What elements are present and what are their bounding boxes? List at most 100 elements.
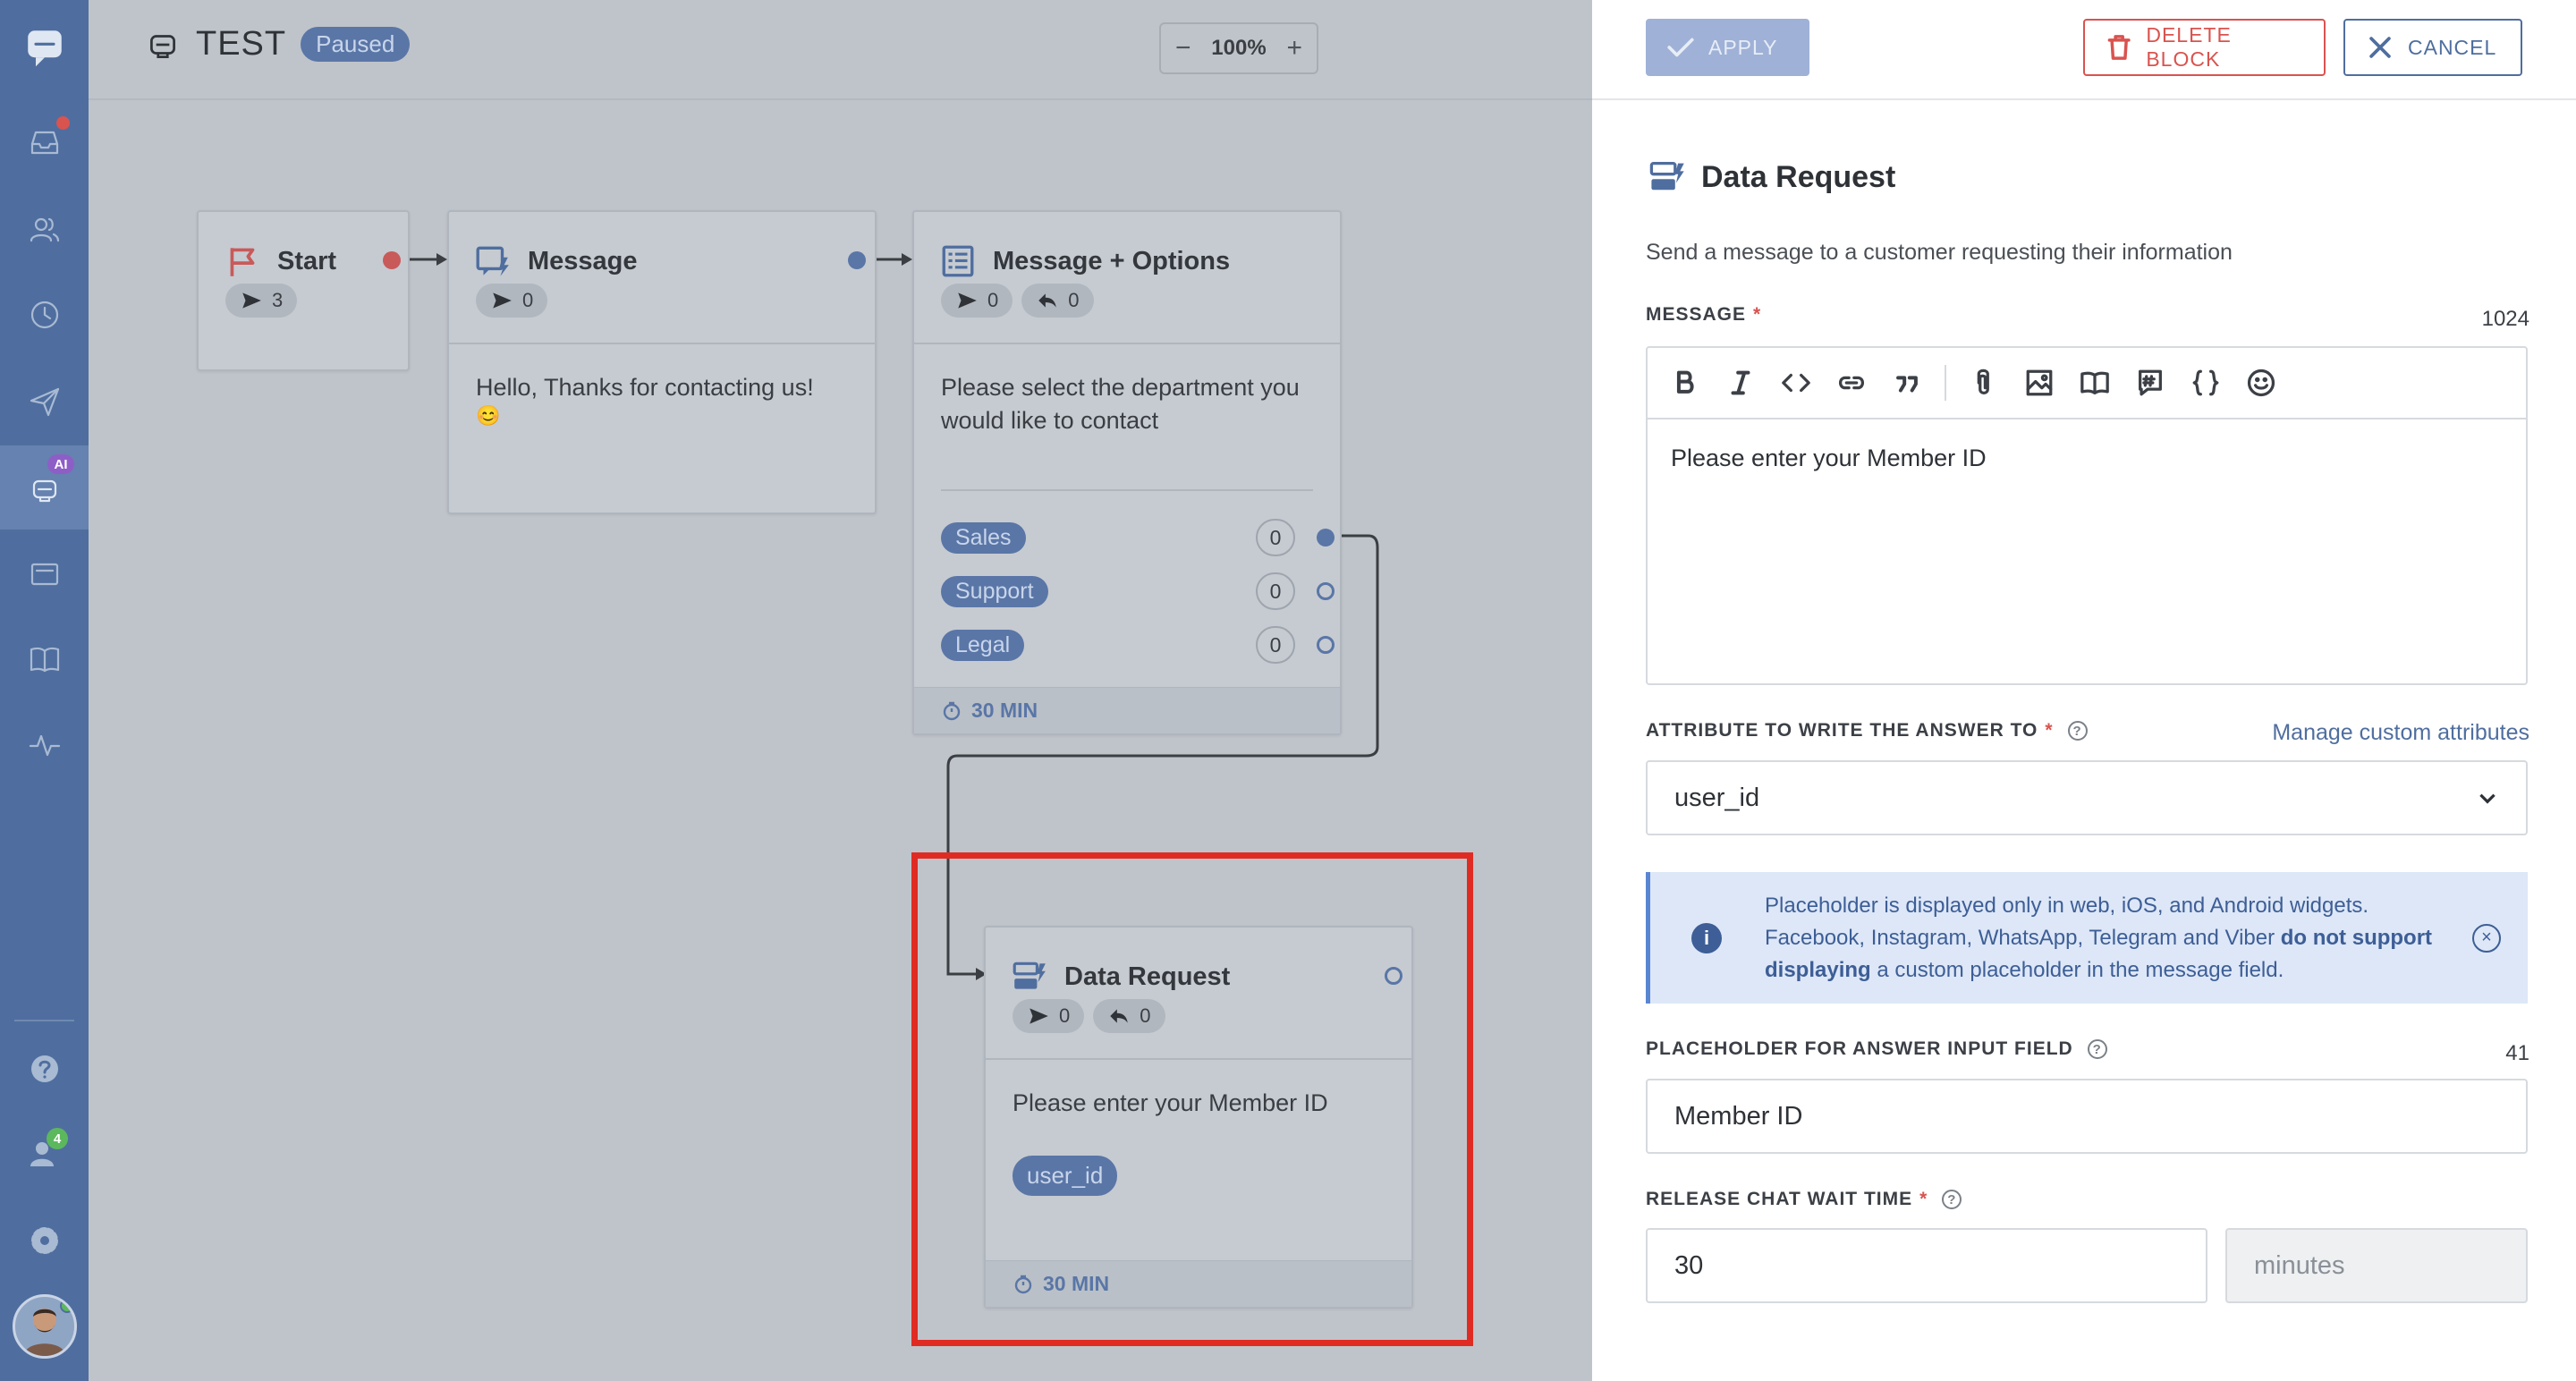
info-text: Placeholder is displayed only in web, iO… (1765, 890, 2445, 987)
wait-time-unit: minutes (2225, 1228, 2528, 1303)
option-label[interactable]: Sales (941, 521, 1026, 554)
option-label[interactable]: Support (941, 575, 1048, 607)
italic-icon (1731, 370, 1750, 395)
start-output-port[interactable] (383, 251, 401, 269)
braces-icon (2192, 369, 2219, 396)
selection-highlight (911, 852, 1473, 1346)
sent-value: 3 (272, 289, 284, 311)
wait-time-label-text: RELEASE CHAT WAIT TIME (1646, 1189, 1913, 1209)
message-block-title: Message (528, 246, 638, 275)
sent-count: 3 (225, 284, 298, 318)
option-label[interactable]: Legal (941, 629, 1025, 661)
panel-title: Data Request (1648, 157, 1895, 197)
option-row: Sales 0 (941, 519, 1313, 556)
option-row: Legal 0 (941, 626, 1313, 664)
apply-button[interactable]: APPLY (1646, 19, 1809, 76)
panel-actions: APPLY DELETE BLOCK CANCEL (1592, 0, 2576, 100)
options-message-text: Please select the department you would l… (941, 374, 1300, 434)
wait-time-label: RELEASE CHAT WAIT TIME * ? (1646, 1189, 1962, 1210)
options-divider (941, 489, 1313, 491)
panel-title-text: Data Request (1701, 159, 1896, 194)
placeholder-char-counter: 41 (2505, 1041, 2529, 1065)
code-icon (1782, 373, 1810, 393)
article-button[interactable] (2077, 365, 2113, 401)
wait-time-input[interactable]: 30 (1646, 1228, 2207, 1303)
help-icon[interactable]: ? (2087, 1039, 2107, 1059)
italic-button[interactable] (1723, 365, 1758, 401)
trash-icon (2107, 35, 2131, 60)
info-text-part2: a custom placeholder in the message fiel… (1870, 957, 2284, 982)
attribute-select-value: user_id (1674, 783, 1760, 812)
attribute-label: ATTRIBUTE TO WRITE THE ANSWER TO * ? (1646, 720, 2088, 741)
required-mark: * (1753, 304, 1762, 325)
help-icon[interactable]: ? (1942, 1190, 1962, 1209)
attach-button[interactable] (1966, 365, 2002, 401)
option-support-port[interactable] (1317, 582, 1335, 600)
reply-count: 0 (1021, 284, 1094, 318)
manage-custom-attributes-link[interactable]: Manage custom attributes (2272, 720, 2529, 746)
sent-value: 0 (987, 289, 999, 311)
delete-block-button[interactable]: DELETE BLOCK (2083, 19, 2326, 76)
sent-count: 0 (476, 284, 548, 318)
option-legal-port[interactable] (1317, 636, 1335, 654)
placeholder-label-text: PLACEHOLDER FOR ANSWER INPUT FIELD (1646, 1038, 2073, 1059)
option-count: 0 (1256, 626, 1295, 664)
image-icon (2026, 369, 2053, 396)
hashtag-message-icon (2139, 369, 2162, 396)
timeout-value: 30 MIN (971, 699, 1038, 722)
attribute-label-text: ATTRIBUTE TO WRITE THE ANSWER TO (1646, 720, 2038, 741)
bold-button[interactable] (1667, 365, 1703, 401)
sent-value: 0 (522, 289, 534, 311)
options-block-title: Message + Options (993, 246, 1231, 275)
message-text: Hello, Thanks for contacting us! (476, 374, 814, 401)
sent-arrow-icon (242, 292, 261, 309)
quote-icon (1896, 376, 1918, 393)
cancel-button[interactable]: CANCEL (2343, 19, 2522, 76)
info-icon: i (1691, 922, 1722, 953)
timer-icon (943, 701, 961, 720)
help-icon[interactable]: ? (2067, 721, 2088, 741)
placeholder-input[interactable]: Member ID (1646, 1079, 2528, 1154)
data-request-icon (1649, 161, 1684, 191)
option-row: Support 0 (941, 572, 1313, 610)
delete-label: DELETE BLOCK (2146, 23, 2232, 71)
close-banner-icon[interactable]: × (2472, 923, 2501, 953)
link-button[interactable] (1834, 365, 1869, 401)
message-editor-content[interactable]: Please enter your Member ID (1648, 419, 2526, 497)
message-block[interactable]: Message 0 Hello, Thanks for contacting u… (447, 210, 877, 514)
required-mark: * (2045, 720, 2054, 741)
message-block-stats: 0 (449, 284, 875, 319)
flag-icon (230, 248, 255, 276)
message-output-port[interactable] (848, 251, 866, 269)
bold-icon (1676, 370, 1694, 394)
option-sales-port[interactable] (1317, 529, 1335, 546)
start-block[interactable]: Start 3 (197, 210, 410, 371)
sent-arrow-icon (493, 292, 512, 309)
options-timeout: 30 MIN (914, 687, 1340, 733)
options-block-body: Please select the department you would l… (914, 343, 1340, 437)
code-button[interactable] (1778, 365, 1814, 401)
start-block-stats: 3 (199, 284, 408, 319)
reply-value: 0 (1068, 289, 1080, 311)
variables-button[interactable] (2188, 365, 2224, 401)
info-text-part1: Placeholder is displayed only in web, iO… (1765, 893, 2369, 950)
message-label-text: MESSAGE (1646, 304, 1747, 325)
message-options-block[interactable]: Message + Options 0 0 Please select the … (912, 210, 1342, 735)
placeholder-label: PLACEHOLDER FOR ANSWER INPUT FIELD ? (1646, 1038, 2107, 1060)
reply-arrow-icon (1038, 293, 1056, 308)
message-editor: Please enter your Member ID (1646, 346, 2528, 685)
placeholder-info-banner: i Placeholder is displayed only in web, … (1646, 872, 2528, 1004)
chevron-down-icon (2479, 793, 2496, 804)
placeholder-input-value: Member ID (1674, 1101, 1803, 1131)
image-button[interactable] (2021, 365, 2057, 401)
smiley-icon (2247, 369, 2275, 397)
saved-reply-button[interactable] (2132, 365, 2168, 401)
emoji-button[interactable] (2243, 365, 2279, 401)
close-icon (2369, 37, 2391, 58)
attribute-select[interactable]: user_id (1646, 760, 2528, 835)
wait-time-unit-text: minutes (2254, 1250, 2345, 1280)
link-icon (1838, 376, 1865, 390)
quote-button[interactable] (1889, 365, 1925, 401)
start-block-title: Start (277, 246, 337, 275)
cancel-label: CANCEL (2408, 35, 2497, 59)
